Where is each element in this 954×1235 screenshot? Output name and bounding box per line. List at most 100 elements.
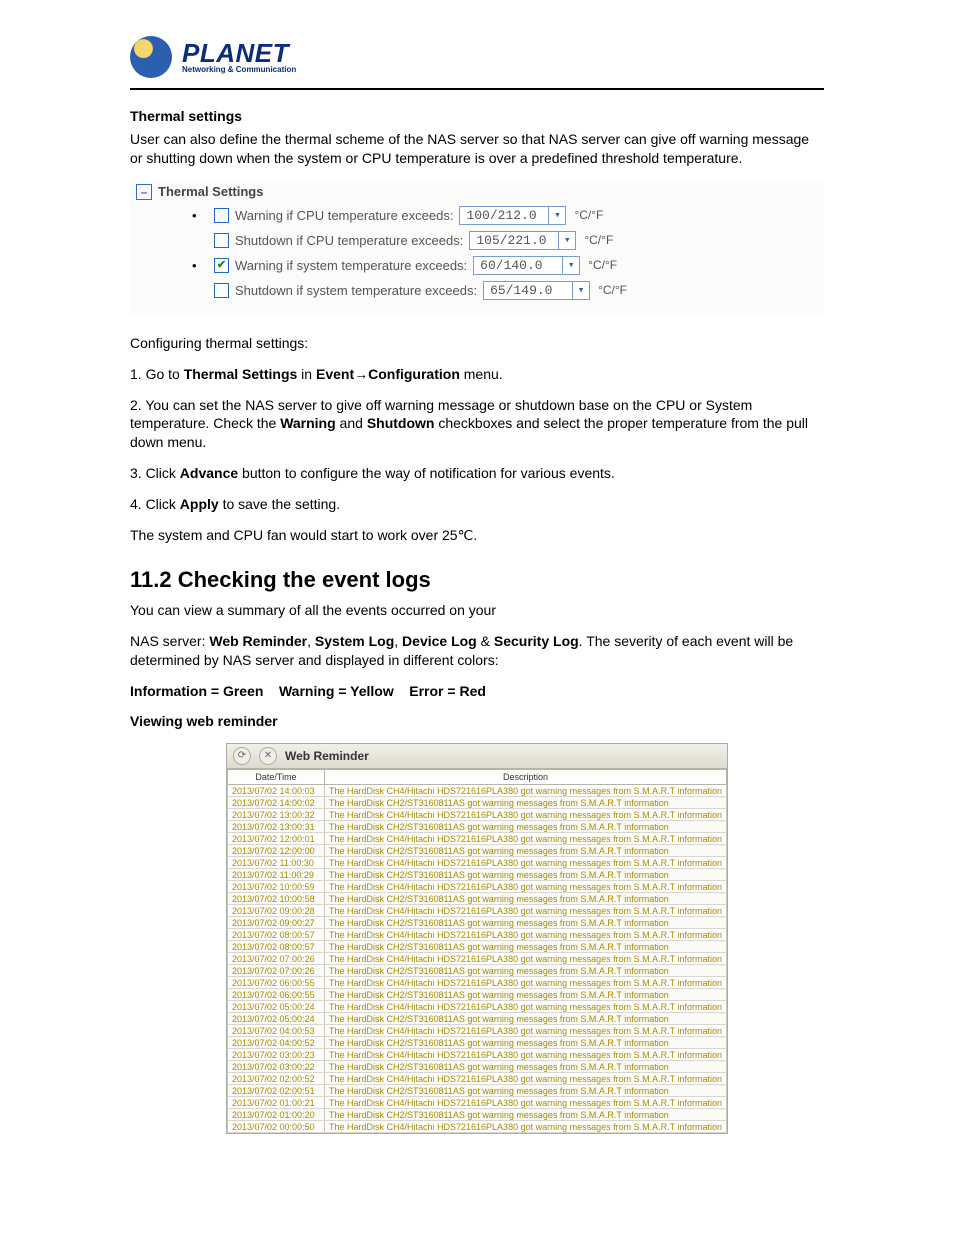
txt: 3. Click xyxy=(130,465,180,481)
cell-datetime: 2013/07/02 13:00:31 xyxy=(228,821,325,833)
thermal-option-row: Warning if system temperature exceeds:60… xyxy=(192,256,818,275)
table-row: 2013/07/02 13:00:31The HardDisk CH2/ST31… xyxy=(228,821,727,833)
table-row: 2013/07/02 08:00:57The HardDisk CH2/ST31… xyxy=(228,941,727,953)
cell-datetime: 2013/07/02 14:00:02 xyxy=(228,797,325,809)
temperature-dropdown[interactable]: 60/140.0▾ xyxy=(473,256,580,275)
table-row: 2013/07/02 03:00:22The HardDisk CH2/ST31… xyxy=(228,1061,727,1073)
cell-description: The HardDisk CH4/Hitachi HDS721616PLA380… xyxy=(324,1097,726,1109)
table-row: 2013/07/02 01:00:21The HardDisk CH4/Hita… xyxy=(228,1097,727,1109)
table-row: 2013/07/02 06:00:55The HardDisk CH2/ST31… xyxy=(228,989,727,1001)
cell-description: The HardDisk CH4/Hitachi HDS721616PLA380… xyxy=(324,1025,726,1037)
option-label: Shutdown if system temperature exceeds: xyxy=(235,283,477,298)
table-row: 2013/07/02 11:00:29The HardDisk CH2/ST31… xyxy=(228,869,727,881)
web-reminder-table: Date/Time Description 2013/07/02 14:00:0… xyxy=(227,769,727,1133)
planet-logo-icon xyxy=(130,36,172,78)
option-checkbox[interactable] xyxy=(214,258,229,273)
cell-datetime: 2013/07/02 04:00:52 xyxy=(228,1037,325,1049)
step-4: 4. Click Apply to save the setting. xyxy=(130,495,824,514)
cell-datetime: 2013/07/02 05:00:24 xyxy=(228,1013,325,1025)
events-line2: NAS server: Web Reminder, System Log, De… xyxy=(130,632,824,670)
cell-description: The HardDisk CH2/ST3160811AS got warning… xyxy=(324,1037,726,1049)
cell-datetime: 2013/07/02 09:00:27 xyxy=(228,917,325,929)
unit-label: °C/°F xyxy=(574,208,603,222)
chevron-down-icon[interactable]: ▾ xyxy=(558,232,575,249)
txt: button to configure the way of notificat… xyxy=(238,465,615,481)
step-2: 2. You can set the NAS server to give of… xyxy=(130,396,824,453)
cell-datetime: 2013/07/02 06:00:55 xyxy=(228,977,325,989)
cell-description: The HardDisk CH2/ST3160811AS got warning… xyxy=(324,893,726,905)
logo-text: PLANET Networking & Communication xyxy=(182,40,296,74)
table-row: 2013/07/02 02:00:52The HardDisk CH4/Hita… xyxy=(228,1073,727,1085)
collapse-icon[interactable]: – xyxy=(136,184,152,200)
chevron-down-icon[interactable]: ▾ xyxy=(562,257,579,274)
refresh-icon[interactable]: ⟳ xyxy=(233,747,251,765)
cell-datetime: 2013/07/02 06:00:55 xyxy=(228,989,325,1001)
option-checkbox[interactable] xyxy=(214,208,229,223)
cell-description: The HardDisk CH2/ST3160811AS got warning… xyxy=(324,989,726,1001)
txt: → xyxy=(354,366,368,382)
cell-datetime: 2013/07/02 03:00:23 xyxy=(228,1049,325,1061)
option-content: Warning if system temperature exceeds:60… xyxy=(214,256,617,275)
table-row: 2013/07/02 09:00:28The HardDisk CH4/Hita… xyxy=(228,905,727,917)
cell-datetime: 2013/07/02 03:00:22 xyxy=(228,1061,325,1073)
close-icon[interactable]: ✕ xyxy=(259,747,277,765)
cell-description: The HardDisk CH4/Hitachi HDS721616PLA380… xyxy=(324,953,726,965)
txt: to save the setting. xyxy=(219,496,340,512)
unit-label: °C/°F xyxy=(584,233,613,247)
cell-description: The HardDisk CH2/ST3160811AS got warning… xyxy=(324,869,726,881)
cell-datetime: 2013/07/02 02:00:52 xyxy=(228,1073,325,1085)
web-reminder-window: ⟳ ✕ Web Reminder Date/Time Description 2… xyxy=(226,743,728,1134)
txt: 1. Go to xyxy=(130,366,184,382)
option-content: Shutdown if system temperature exceeds: 6… xyxy=(214,281,627,300)
table-row: 2013/07/02 11:00:30The HardDisk CH4/Hita… xyxy=(228,857,727,869)
cell-description: The HardDisk CH2/ST3160811AS got warning… xyxy=(324,821,726,833)
cell-description: The HardDisk CH2/ST3160811AS got warning… xyxy=(324,1013,726,1025)
cell-description: The HardDisk CH2/ST3160811AS got warning… xyxy=(324,941,726,953)
txt: Event xyxy=(316,366,354,382)
cell-datetime: 2013/07/02 12:00:00 xyxy=(228,845,325,857)
txt: menu. xyxy=(460,366,503,382)
step-1: 1. Go to Thermal Settings in Event→Confi… xyxy=(130,365,824,384)
cell-datetime: 2013/07/02 07:00:26 xyxy=(228,965,325,977)
temperature-dropdown[interactable]: 105/221.0▾ xyxy=(469,231,576,250)
table-row: 2013/07/02 09:00:27The HardDisk CH2/ST31… xyxy=(228,917,727,929)
txt: Thermal Settings xyxy=(184,366,298,382)
temperature-dropdown[interactable]: 100/212.0▾ xyxy=(459,206,566,225)
cell-datetime: 2013/07/02 02:00:51 xyxy=(228,1085,325,1097)
document-page: PLANET Networking & Communication Therma… xyxy=(0,0,954,1174)
txt: Configuration xyxy=(368,366,460,382)
table-row: 2013/07/02 13:00:32The HardDisk CH4/Hita… xyxy=(228,809,727,821)
table-header-row: Date/Time Description xyxy=(228,770,727,785)
option-label: Warning if CPU temperature exceeds: xyxy=(235,208,453,223)
thermal-option-row: Shutdown if system temperature exceeds: 6… xyxy=(192,281,818,300)
table-row: 2013/07/02 04:00:52The HardDisk CH2/ST31… xyxy=(228,1037,727,1049)
thermal-options-list: Warning if CPU temperature exceeds: 100/2… xyxy=(136,206,818,300)
unit-label: °C/°F xyxy=(588,258,617,272)
cell-description: The HardDisk CH4/Hitachi HDS721616PLA380… xyxy=(324,857,726,869)
log-term: System Log xyxy=(315,633,394,649)
temperature-dropdown[interactable]: 65/149.0▾ xyxy=(483,281,590,300)
unit-label: °C/°F xyxy=(598,283,627,297)
table-row: 2013/07/02 05:00:24The HardDisk CH4/Hita… xyxy=(228,1001,727,1013)
cell-description: The HardDisk CH4/Hitachi HDS721616PLA380… xyxy=(324,785,726,797)
option-content: Shutdown if CPU temperature exceeds:105/… xyxy=(214,231,613,250)
option-checkbox[interactable] xyxy=(214,233,229,248)
dropdown-value: 65/149.0 xyxy=(484,282,572,299)
option-checkbox[interactable] xyxy=(214,283,229,298)
cell-description: The HardDisk CH4/Hitachi HDS721616PLA380… xyxy=(324,809,726,821)
table-row: 2013/07/02 04:00:53The HardDisk CH4/Hita… xyxy=(228,1025,727,1037)
dropdown-value: 100/212.0 xyxy=(460,207,548,224)
log-term: Device Log xyxy=(402,633,477,649)
cell-description: The HardDisk CH2/ST3160811AS got warning… xyxy=(324,965,726,977)
cell-description: The HardDisk CH2/ST3160811AS got warning… xyxy=(324,917,726,929)
cell-description: The HardDisk CH2/ST3160811AS got warning… xyxy=(324,1109,726,1121)
chevron-down-icon[interactable]: ▾ xyxy=(548,207,565,224)
cell-datetime: 2013/07/02 04:00:53 xyxy=(228,1025,325,1037)
viewing-web-reminder: Viewing web reminder xyxy=(130,712,824,731)
table-row: 2013/07/02 06:00:55The HardDisk CH4/Hita… xyxy=(228,977,727,989)
txt: 4. Click xyxy=(130,496,180,512)
chevron-down-icon[interactable]: ▾ xyxy=(572,282,589,299)
cell-datetime: 2013/07/02 08:00:57 xyxy=(228,941,325,953)
table-row: 2013/07/02 00:00:50The HardDisk CH4/Hita… xyxy=(228,1121,727,1133)
cell-description: The HardDisk CH2/ST3160811AS got warning… xyxy=(324,1061,726,1073)
